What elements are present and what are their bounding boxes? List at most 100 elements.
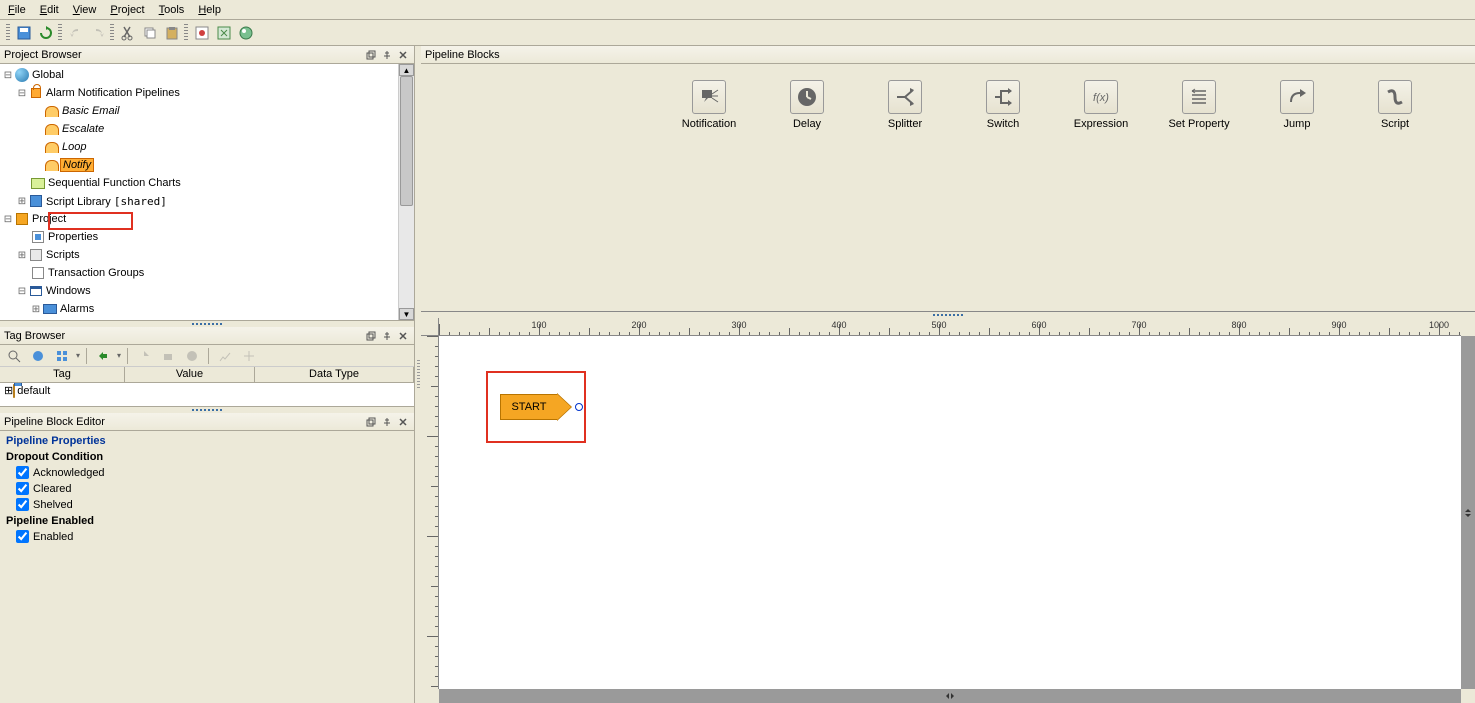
- block-expression[interactable]: f(x) Expression: [1071, 80, 1131, 130]
- enabled-checkbox[interactable]: Enabled: [16, 530, 408, 543]
- tag-tool-1[interactable]: [4, 346, 24, 366]
- delay-icon: [790, 80, 824, 114]
- menu-edit[interactable]: Edit: [40, 4, 59, 16]
- block-set-property[interactable]: Set Property: [1169, 80, 1229, 130]
- block-notification[interactable]: Notification: [679, 80, 739, 130]
- tree-basic-email[interactable]: Basic Email: [2, 102, 396, 120]
- panel-pin-icon[interactable]: [380, 329, 394, 343]
- canvas-scrollbar-h[interactable]: [439, 689, 1461, 703]
- acknowledged-checkbox[interactable]: Acknowledged: [16, 466, 408, 479]
- panel-restore-icon[interactable]: [364, 48, 378, 62]
- tag-tool-2[interactable]: [28, 346, 48, 366]
- pipeline-properties-title: Pipeline Properties: [6, 435, 408, 447]
- tree-project[interactable]: ⊟Project: [2, 210, 396, 228]
- dropdown-icon[interactable]: ▾: [117, 351, 121, 360]
- start-shape: START: [500, 394, 572, 420]
- tree-notify[interactable]: Notify: [2, 156, 396, 174]
- redo-button[interactable]: [88, 23, 108, 43]
- panel-pin-icon[interactable]: [380, 415, 394, 429]
- block-editor-panel: Pipeline Block Editor Pipeline Propertie…: [0, 413, 414, 703]
- tag-table-header: Tag Value Data Type: [0, 367, 414, 383]
- project-tree[interactable]: ⊟Global ⊟Alarm Notification Pipelines Ba…: [0, 64, 398, 320]
- panel-restore-icon[interactable]: [364, 329, 378, 343]
- project-tree-wrap: ⊟Global ⊟Alarm Notification Pipelines Ba…: [0, 64, 414, 320]
- project-tree-scrollbar[interactable]: ▲ ▼: [398, 64, 414, 320]
- tree-scripts[interactable]: ⊞Scripts: [2, 246, 396, 264]
- tag-tool-3[interactable]: [52, 346, 72, 366]
- menu-tools[interactable]: Tools: [159, 4, 185, 16]
- save-button[interactable]: [14, 23, 34, 43]
- tag-browser-header: Tag Browser: [0, 327, 414, 345]
- menu-file[interactable]: File: [8, 4, 26, 16]
- main-area: Project Browser ⊟Global ⊟Alarm Notificat…: [0, 46, 1475, 703]
- tag-tool-7[interactable]: [182, 346, 202, 366]
- pipeline-enabled-label: Pipeline Enabled: [6, 515, 408, 527]
- tag-row-default[interactable]: ⊞default: [0, 383, 414, 398]
- tree-global[interactable]: ⊟Global: [2, 66, 396, 84]
- block-jump[interactable]: Jump: [1267, 80, 1327, 130]
- tree-windows[interactable]: ⊟Windows: [2, 282, 396, 300]
- block-splitter[interactable]: Splitter: [875, 80, 935, 130]
- dropdown-icon[interactable]: ▾: [76, 351, 80, 360]
- scroll-handle-h-icon[interactable]: [945, 691, 955, 701]
- tree-alarms[interactable]: ⊞Alarms: [2, 300, 396, 318]
- cut-button[interactable]: [118, 23, 138, 43]
- tree-pipelines[interactable]: ⊟Alarm Notification Pipelines: [2, 84, 396, 102]
- tag-browser-panel: Tag Browser ▾ ▾: [0, 327, 414, 407]
- pipeline-blocks-header: Pipeline Blocks: [421, 46, 1475, 64]
- canvas-scrollbar-v[interactable]: [1461, 336, 1475, 689]
- ruler-horizontal: 1002003004005006007008009001000: [439, 318, 1461, 336]
- project-browser-header: Project Browser: [0, 46, 414, 64]
- tool-a-button[interactable]: [192, 23, 212, 43]
- menu-help[interactable]: Help: [198, 4, 221, 16]
- tag-tool-8[interactable]: [215, 346, 235, 366]
- tree-loop[interactable]: Loop: [2, 138, 396, 156]
- tree-properties[interactable]: Properties: [2, 228, 396, 246]
- canvas-corner: [1461, 689, 1475, 703]
- block-delay[interactable]: Delay: [777, 80, 837, 130]
- menu-bar: File Edit View Project Tools Help: [0, 0, 1475, 20]
- shelved-checkbox[interactable]: Shelved: [16, 498, 408, 511]
- tree-script-library[interactable]: ⊞Script Library [shared]: [2, 192, 396, 210]
- panel-close-icon[interactable]: [396, 48, 410, 62]
- start-label: START: [511, 401, 546, 413]
- block-editor-title: Pipeline Block Editor: [4, 416, 362, 428]
- undo-button[interactable]: [66, 23, 86, 43]
- col-tag[interactable]: Tag: [0, 367, 125, 382]
- panel-restore-icon[interactable]: [364, 415, 378, 429]
- paste-button[interactable]: [162, 23, 182, 43]
- scroll-handle-v-icon[interactable]: [1463, 508, 1473, 518]
- tree-sfc[interactable]: Sequential Function Charts: [2, 174, 396, 192]
- block-switch[interactable]: Switch: [973, 80, 1033, 130]
- cleared-checkbox[interactable]: Cleared: [16, 482, 408, 495]
- refresh-button[interactable]: [36, 23, 56, 43]
- scroll-up-icon[interactable]: ▲: [399, 64, 414, 76]
- col-datatype[interactable]: Data Type: [255, 367, 414, 382]
- tree-transaction-groups[interactable]: Transaction Groups: [2, 264, 396, 282]
- tag-browser-title: Tag Browser: [4, 330, 362, 342]
- menu-project[interactable]: Project: [110, 4, 144, 16]
- toolbar-grip-4: [184, 24, 188, 42]
- tool-b-button[interactable]: [214, 23, 234, 43]
- tag-tool-9[interactable]: [239, 346, 259, 366]
- scroll-thumb[interactable]: [400, 76, 413, 206]
- menu-view[interactable]: View: [73, 4, 97, 16]
- panel-pin-icon[interactable]: [380, 48, 394, 62]
- tag-tool-4[interactable]: [93, 346, 113, 366]
- left-pane: Project Browser ⊟Global ⊟Alarm Notificat…: [0, 46, 415, 703]
- tag-tool-6[interactable]: [158, 346, 178, 366]
- canvas-area: 1002003004005006007008009001000 START: [421, 318, 1475, 703]
- tool-c-button[interactable]: [236, 23, 256, 43]
- panel-close-icon[interactable]: [396, 415, 410, 429]
- copy-button[interactable]: [140, 23, 160, 43]
- start-block[interactable]: START: [486, 371, 586, 443]
- pipeline-canvas[interactable]: START: [439, 336, 1461, 689]
- scroll-down-icon[interactable]: ▼: [399, 308, 414, 320]
- tree-escalate[interactable]: Escalate: [2, 120, 396, 138]
- block-script[interactable]: Script: [1365, 80, 1425, 130]
- tag-tool-5[interactable]: [134, 346, 154, 366]
- jump-icon: [1280, 80, 1314, 114]
- start-output-port[interactable]: [575, 403, 583, 411]
- col-value[interactable]: Value: [125, 367, 255, 382]
- panel-close-icon[interactable]: [396, 329, 410, 343]
